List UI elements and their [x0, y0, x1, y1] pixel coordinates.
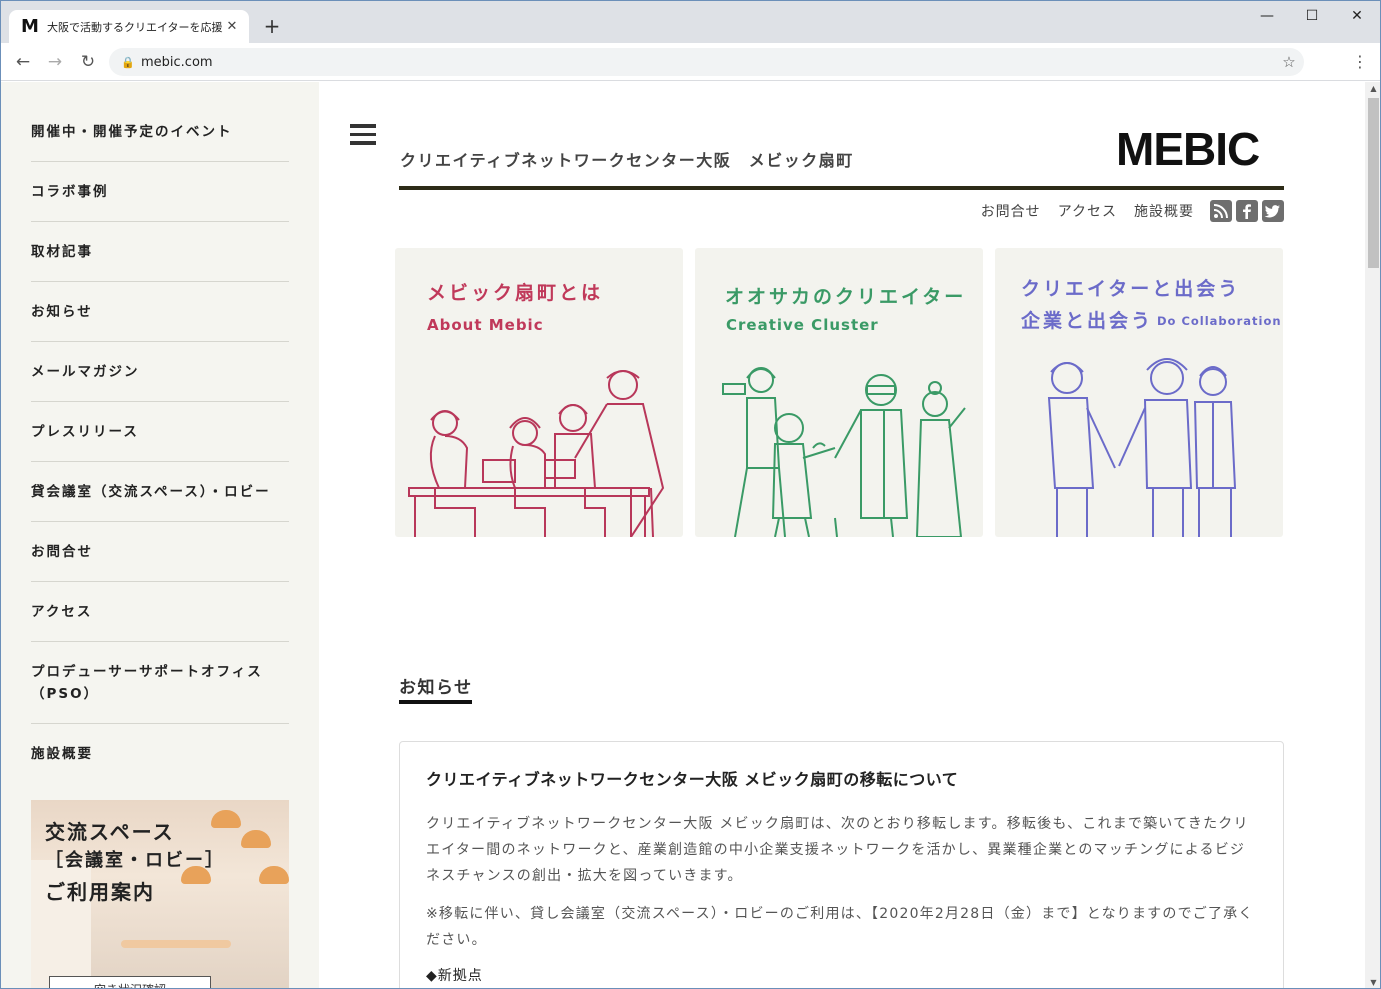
browser-window: M 大阪で活動するクリエイターを応援す ✕ + — ☐ ✕ ← → ↻ 🔒 me…: [0, 0, 1381, 989]
scroll-thumb[interactable]: [1368, 98, 1379, 268]
meeting-illustration: [408, 370, 665, 537]
url-text[interactable]: mebic.com: [141, 55, 1274, 70]
back-button[interactable]: ←: [11, 51, 35, 73]
news-title[interactable]: クリエイティブネットワークセンター大阪 メビック扇町の移転について: [426, 766, 1257, 790]
card-heading-line-1: クリエイターと出会う: [1021, 278, 1241, 300]
card-subheading: Do Collaboration: [1157, 314, 1282, 328]
lamp-graphic: [241, 830, 271, 848]
page-scrollbar[interactable]: ▲ ▼: [1365, 82, 1380, 988]
address-bar[interactable]: 🔒 mebic.com ☆: [109, 48, 1304, 76]
banner-line-1: 交流スペース: [45, 820, 175, 844]
utility-nav: お問合せ アクセス 施設概要: [964, 200, 1284, 222]
hamburger-menu-icon[interactable]: [350, 124, 376, 146]
browser-tab[interactable]: M 大阪で活動するクリエイターを応援す ✕: [9, 10, 249, 43]
header-rule: [399, 186, 1284, 190]
lamp-graphic: [211, 810, 241, 828]
creators-illustration: [722, 367, 966, 537]
browser-menu-icon[interactable]: ⋮: [1352, 52, 1368, 72]
page: 開催中・開催予定のイベント コラボ事例 取材記事 お知らせ メールマガジン プレ…: [1, 82, 1380, 988]
close-window-button[interactable]: ✕: [1334, 1, 1380, 31]
sidebar-item-collab[interactable]: コラボ事例: [31, 162, 289, 222]
table-graphic: [121, 940, 231, 948]
lock-icon: 🔒: [121, 55, 135, 69]
news-article: クリエイティブネットワークセンター大阪 メビック扇町の移転について クリエイティ…: [399, 741, 1284, 988]
close-tab-icon[interactable]: ✕: [223, 19, 241, 34]
facebook-icon[interactable]: [1236, 200, 1258, 222]
news-section-heading: お知らせ: [399, 678, 473, 698]
news-heading-underline: [399, 700, 472, 704]
site-title: クリエイティブネットワークセンター大阪 メビック扇町: [400, 151, 854, 170]
sidebar-item-articles[interactable]: 取材記事: [31, 222, 289, 282]
sidebar-item-mailmagazine[interactable]: メールマガジン: [31, 342, 289, 402]
main-content: クリエイティブネットワークセンター大阪 メビック扇町 MEBIC お問合せ アク…: [319, 82, 1364, 988]
tab-strip: M 大阪で活動するクリエイターを応援す ✕ + — ☐ ✕: [1, 1, 1380, 43]
card-do-collaboration[interactable]: クリエイターと出会う 企業と出会う Do Collaboration: [995, 248, 1283, 537]
card-subheading: Creative Cluster: [726, 316, 879, 334]
sidebar-item-facility[interactable]: 施設概要: [31, 724, 289, 783]
sidebar-item-press[interactable]: プレスリリース: [31, 402, 289, 462]
scroll-up-arrow-icon[interactable]: ▲: [1365, 82, 1380, 96]
sidebar-item-rooms[interactable]: 貸会議室（交流スペース）・ロビー: [31, 462, 289, 522]
sidebar-item-contact[interactable]: お問合せ: [31, 522, 289, 582]
feature-cards: メビック扇町とは About Mebic オオサカのクリエイター Creativ…: [395, 248, 1285, 537]
rss-icon[interactable]: [1210, 200, 1232, 222]
minimize-button[interactable]: —: [1244, 1, 1290, 31]
lamp-graphic: [259, 866, 289, 884]
browser-toolbar: ← → ↻ 🔒 mebic.com ☆ ⋮: [1, 43, 1380, 81]
reload-button[interactable]: ↻: [76, 51, 100, 73]
twitter-icon[interactable]: [1262, 200, 1284, 222]
utility-link-access[interactable]: アクセス: [1058, 201, 1117, 221]
bookmark-star-icon[interactable]: ☆: [1274, 53, 1304, 71]
news-body-1: クリエイティブネットワークセンター大阪 メビック扇町は、次のとおり移転します。移…: [426, 816, 1249, 884]
utility-link-facility[interactable]: 施設概要: [1134, 201, 1194, 221]
sidebar-item-news[interactable]: お知らせ: [31, 282, 289, 342]
card-heading: メビック扇町とは: [427, 282, 604, 304]
sidebar-nav: 開催中・開催予定のイベント コラボ事例 取材記事 お知らせ メールマガジン プレ…: [31, 102, 289, 783]
new-tab-button[interactable]: +: [259, 13, 285, 39]
tab-title: 大阪で活動するクリエイターを応援す: [47, 20, 223, 34]
banner-line-2: ［会議室・ロビー］: [45, 850, 225, 871]
banner-line-3: ご利用案内: [45, 880, 155, 904]
card-subheading: About Mebic: [427, 316, 544, 334]
favicon-icon: M: [21, 16, 39, 37]
news-subheading: ◆新拠点: [426, 968, 483, 984]
card-heading-line-2: 企業と出会う: [1021, 310, 1154, 332]
sidebar: 開催中・開催予定のイベント コラボ事例 取材記事 お知らせ メールマガジン プレ…: [1, 82, 319, 988]
mebic-logo[interactable]: MEBIC: [1116, 122, 1260, 176]
card-creative-cluster[interactable]: オオサカのクリエイター Creative Cluster: [695, 248, 983, 537]
sidebar-item-events[interactable]: 開催中・開催予定のイベント: [31, 102, 289, 162]
utility-link-contact[interactable]: お問合せ: [981, 201, 1041, 221]
news-body-2: ※移転に伴い、貸し会議室（交流スペース）・ロビーのご利用は、【2020年2月28…: [426, 906, 1254, 948]
sidebar-item-access[interactable]: アクセス: [31, 582, 289, 642]
forward-button[interactable]: →: [43, 51, 67, 73]
space-guide-banner[interactable]: 交流スペース ［会議室・ロビー］ ご利用案内 空き状況確認: [31, 800, 289, 988]
handshake-illustration: [1047, 358, 1237, 537]
scroll-down-arrow-icon[interactable]: ▼: [1365, 976, 1380, 988]
card-heading: オオサカのクリエイター: [725, 286, 967, 308]
sidebar-item-pso[interactable]: プロデューサーサポートオフィス（PSO）: [31, 642, 289, 724]
card-about-mebic[interactable]: メビック扇町とは About Mebic: [395, 248, 683, 537]
maximize-button[interactable]: ☐: [1289, 1, 1335, 31]
availability-button[interactable]: 空き状況確認: [49, 976, 211, 988]
